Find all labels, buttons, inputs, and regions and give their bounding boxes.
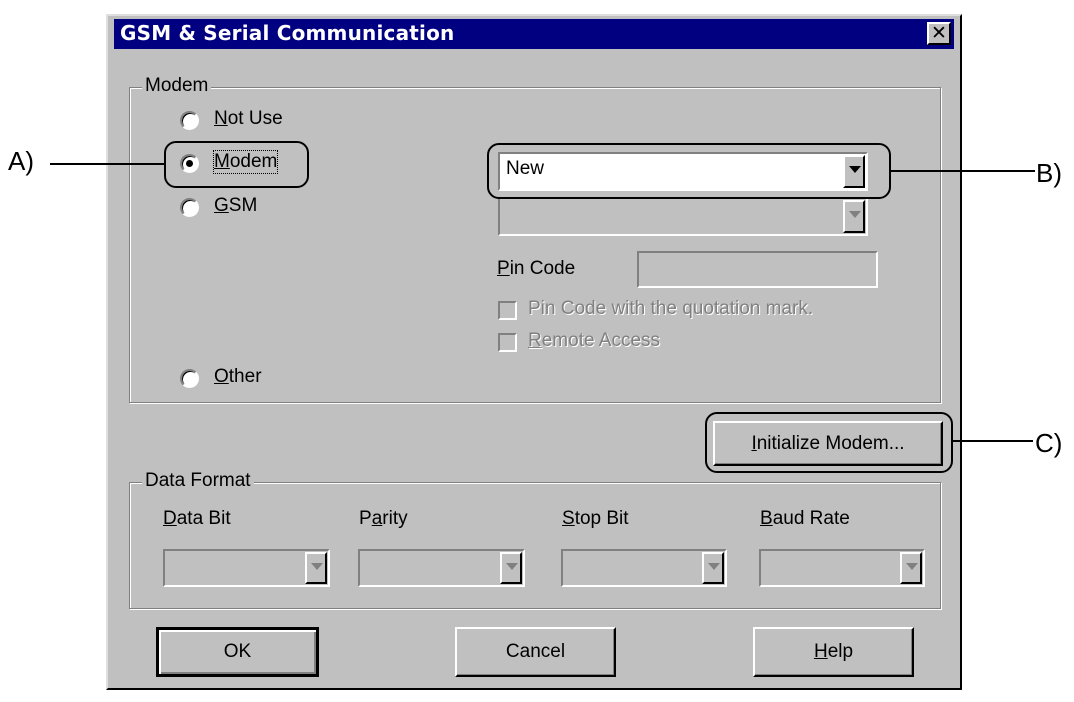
label-other[interactable]: Other [214,366,262,388]
radio-gsm[interactable] [180,198,199,217]
gsm-select[interactable] [498,197,868,236]
data-bit-dropdown-button[interactable] [305,552,327,584]
close-icon: ✕ [931,22,947,44]
annotation-c-label: C) [1035,428,1063,458]
annotation-a-box [164,141,309,188]
parity-dropdown-button[interactable] [500,552,522,584]
close-button[interactable]: ✕ [927,22,951,45]
data-bit-select[interactable] [163,549,330,587]
data-format-group-label: Data Format [142,470,254,492]
stop-bit-label: Stop Bit [562,508,629,529]
pin-code-input[interactable] [637,251,878,288]
parity-select[interactable] [358,549,525,587]
parity-label: Parity [359,508,408,529]
stop-bit-select[interactable] [561,549,727,587]
baud-rate-label: Baud Rate [760,508,850,529]
remote-access-label[interactable]: Remote Access [528,330,660,352]
pin-quote-label[interactable]: Pin Code with the quotation mark. [528,298,813,320]
chevron-down-icon [311,563,323,570]
cancel-button[interactable]: Cancel [455,627,616,677]
pin-quote-checkbox[interactable] [498,301,517,320]
chevron-down-icon [708,563,720,570]
gsm-select-dropdown-button[interactable] [843,200,865,233]
annotation-c-box [705,412,953,473]
annotation-b-line [891,170,1035,172]
remote-access-checkbox[interactable] [498,333,517,352]
annotation-b-label: B) [1036,158,1062,188]
baud-rate-select[interactable] [759,549,925,587]
annotation-b-box [487,143,891,199]
ok-button[interactable]: OK [156,627,319,677]
baud-rate-dropdown-button[interactable] [900,552,922,584]
chevron-down-icon [906,563,918,570]
stop-bit-dropdown-button[interactable] [702,552,724,584]
radio-not-use[interactable] [180,111,199,130]
pin-code-label: Pin Code [497,258,576,279]
annotation-a-line [50,163,164,165]
annotation-a-label: A) [8,146,34,176]
label-gsm[interactable]: GSM [214,195,257,217]
modem-group-label: Modem [142,75,212,97]
modem-groupbox [129,87,941,403]
window-title: GSM & Serial Communication [120,21,455,45]
annotation-c-line [953,440,1033,442]
help-button[interactable]: Help [753,627,914,677]
data-format-groupbox [129,482,941,609]
chevron-down-icon [506,563,518,570]
data-bit-label: Data Bit [163,508,231,529]
radio-other[interactable] [180,369,199,388]
chevron-down-icon [849,211,861,218]
label-not-use[interactable]: Not Use [214,108,283,130]
